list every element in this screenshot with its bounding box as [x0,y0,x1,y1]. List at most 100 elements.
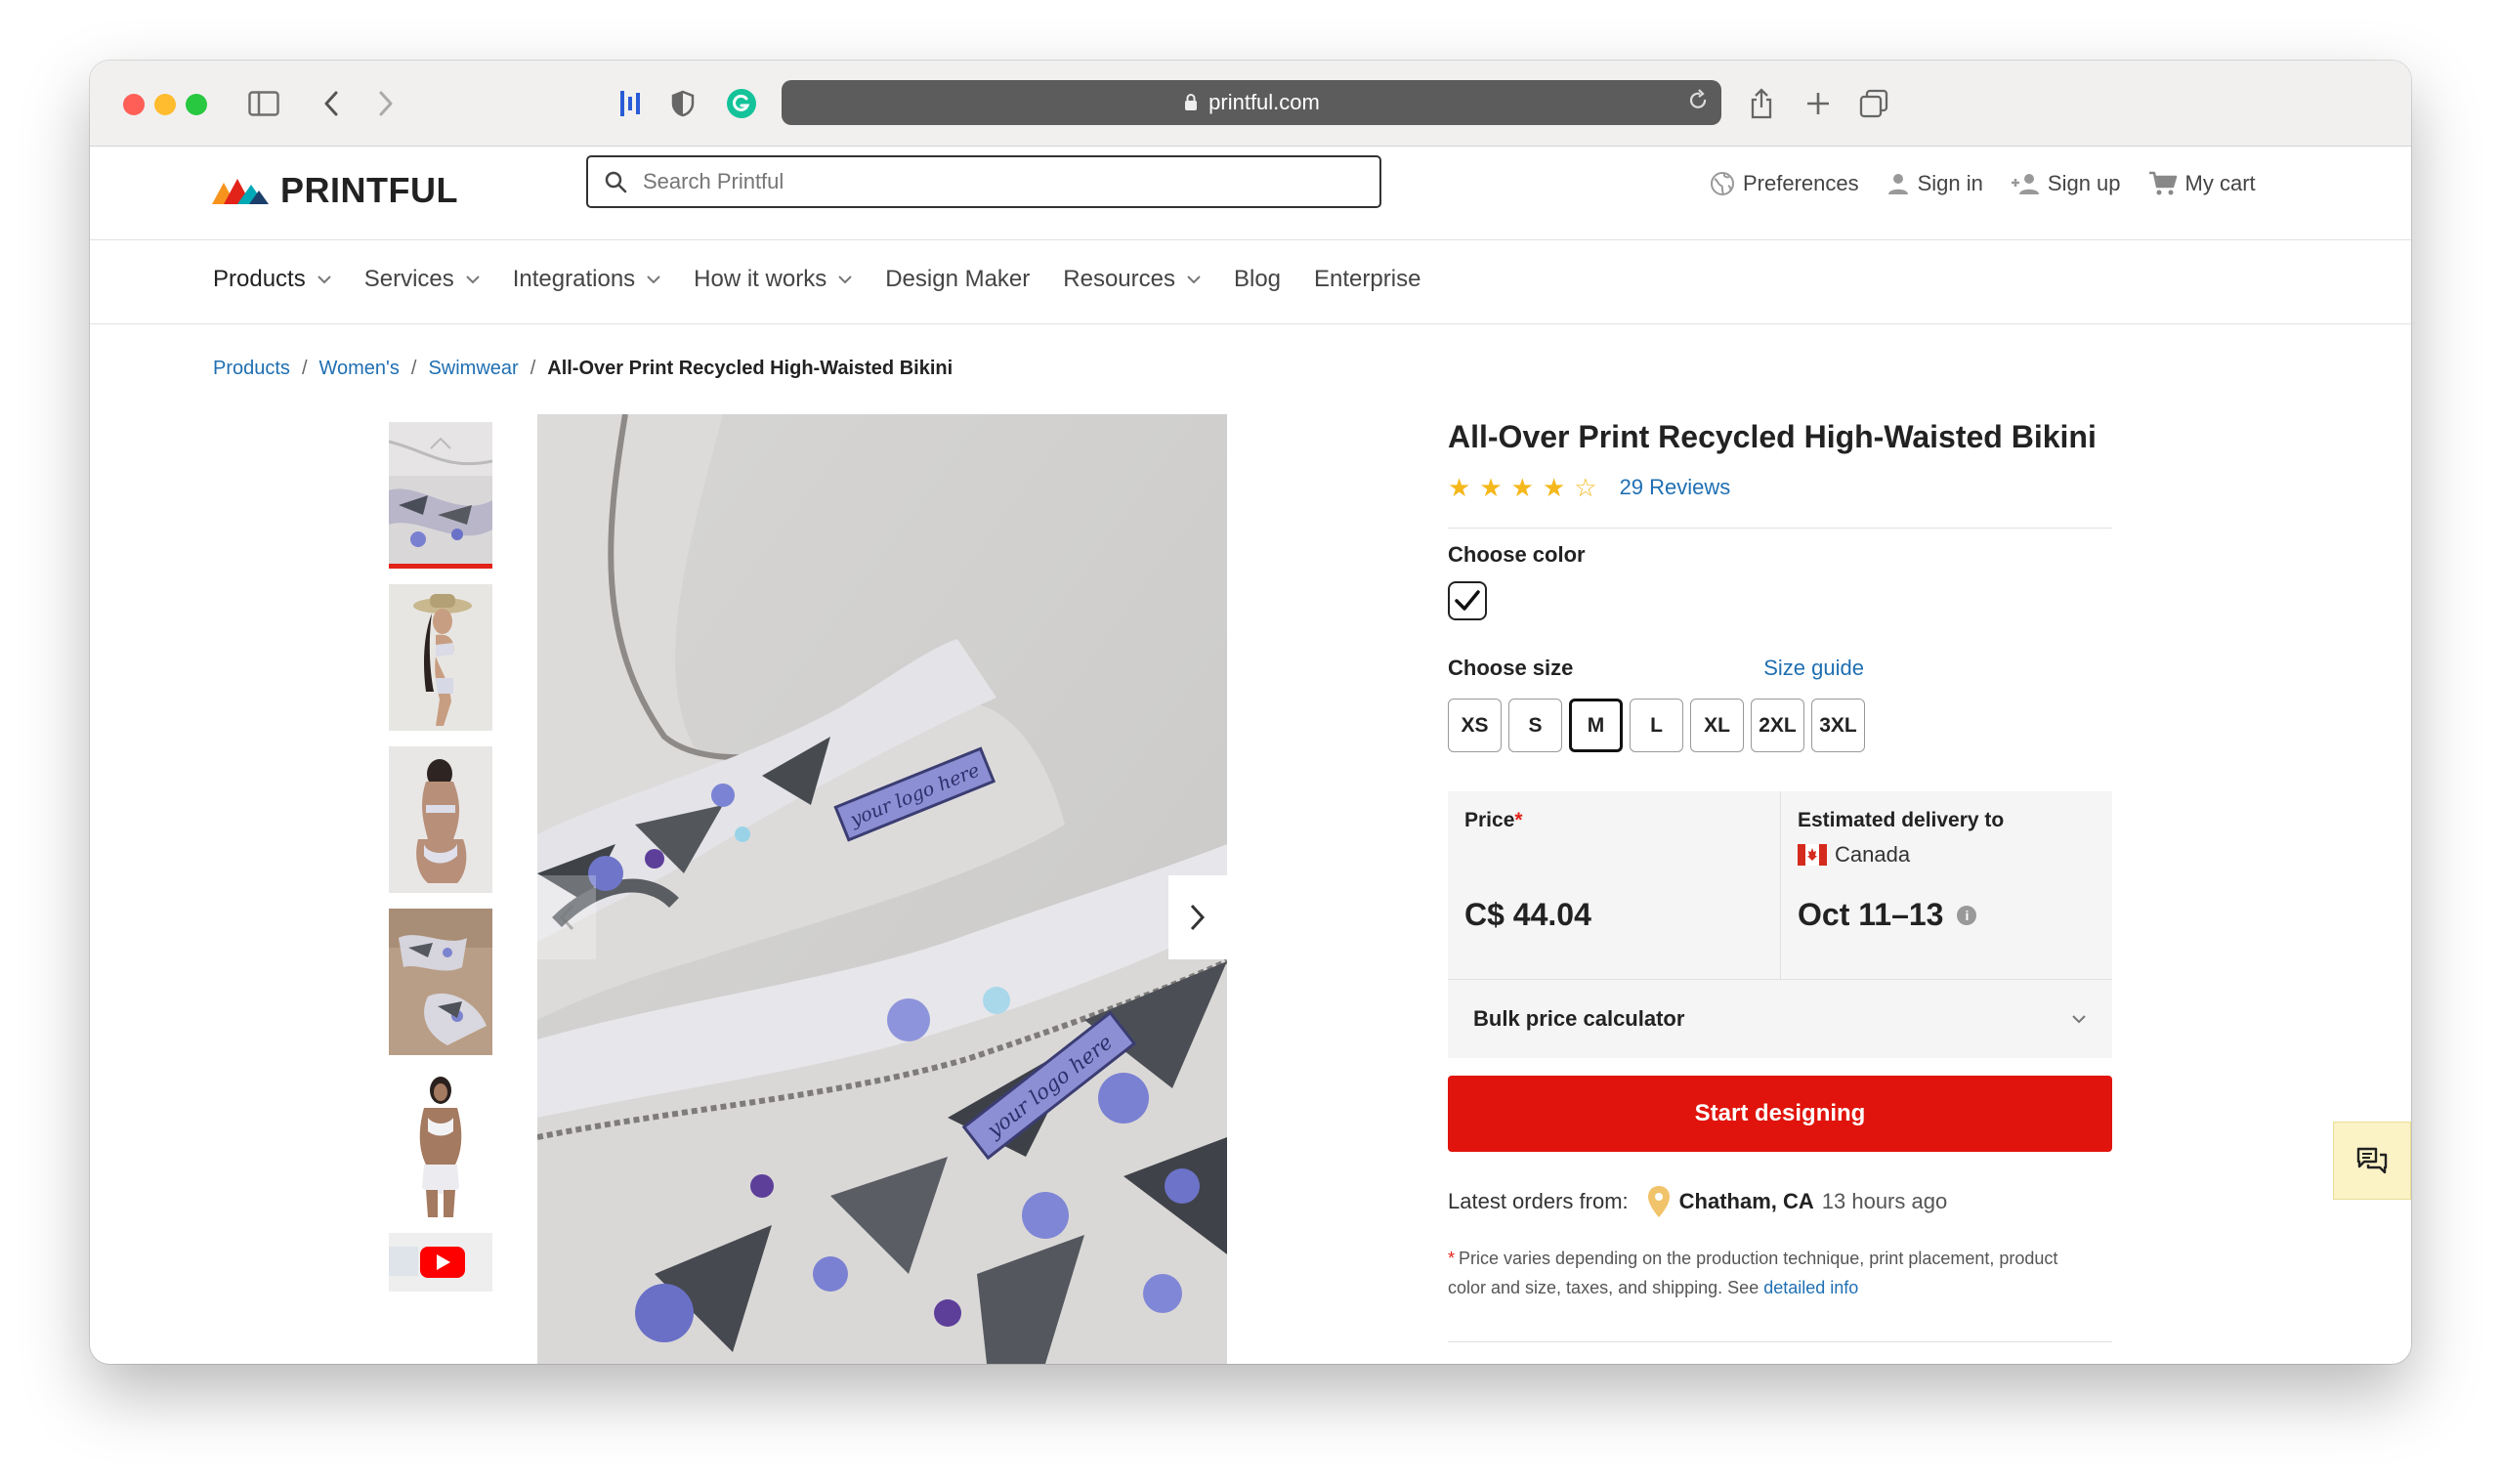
address-bar[interactable]: printful.com [782,80,1721,125]
breadcrumb-separator: / [530,358,536,379]
canada-flag-icon [1798,844,1827,866]
nav-products[interactable]: Products [213,266,331,293]
reviews-link[interactable]: 29 Reviews [1620,475,1731,500]
tabs-overview-icon[interactable] [1856,84,1891,123]
logo-text: PRINTFUL [280,170,458,210]
breadcrumb: Products / Women's / Swimwear / All-Over… [213,358,953,380]
breadcrumb-current: All-Over Print Recycled High-Waisted Bik… [547,358,954,379]
color-swatch-selected[interactable] [1448,581,1487,620]
divider [1448,528,2112,529]
nav-enterprise-label: Enterprise [1314,266,1421,292]
browser-window: printful.com PRINTFUL Search Printful Pr… [90,61,2411,1364]
star-filled-icon: ★ [1479,472,1503,502]
size-option-m[interactable]: M [1569,699,1623,752]
delivery-section: Estimated delivery to Canada Oct 11–13 i [1780,791,2112,979]
bikini-fabric-photo: your logo here your logo here [537,414,1227,1364]
choose-size-label: Choose size [1448,656,1574,680]
thumbnail-model-hat[interactable] [389,584,492,731]
reload-icon[interactable] [1686,88,1710,113]
header-links: Preferences Sign in Sign up My cart [1710,168,2283,199]
latest-orders: Latest orders from: Chatham, CA 13 hours… [1448,1185,2112,1218]
breadcrumb-products[interactable]: Products [213,358,290,380]
nav-design-maker[interactable]: Design Maker [885,266,1030,293]
next-image-button[interactable] [1168,875,1227,959]
breadcrumb-womens[interactable]: Women's [319,358,400,380]
new-tab-plus-icon[interactable] [1802,84,1835,123]
nav-blog[interactable]: Blog [1234,266,1281,293]
zoom-window-button[interactable] [186,94,207,115]
thumbnail-video[interactable] [389,1233,492,1292]
info-icon[interactable]: i [1957,905,1977,925]
search-input[interactable] [643,169,1327,194]
chevron-down-icon [2072,1015,2086,1024]
size-option-l[interactable]: L [1630,699,1683,752]
chevron-down-icon [318,275,331,283]
sign-up-link[interactable]: Sign up [2011,171,2121,196]
price-box: Price* C$ 44.04 Estimated delivery to Ca… [1448,791,2112,1058]
nav-blog-label: Blog [1233,266,1282,292]
chat-button[interactable] [2333,1122,2411,1200]
detailed-info-link[interactable]: detailed info [1763,1278,1858,1297]
previous-image-button[interactable] [537,875,596,959]
preferences-label: Preferences [1743,171,1859,195]
nav-products-label: Products [213,266,306,292]
star-filled-icon: ★ [1448,472,1471,502]
grammarly-icon[interactable] [725,84,758,123]
thumbnail-model-back[interactable] [389,746,492,893]
price-label: Price [1464,809,1515,831]
sign-in-label: Sign in [1917,171,1983,195]
cart-icon [2148,171,2177,195]
my-cart-link[interactable]: My cart [2148,171,2256,196]
price-note-text: Price varies depending on the production… [1448,1249,2058,1297]
share-icon[interactable] [1745,84,1778,123]
nav-integrations[interactable]: Integrations [513,266,660,293]
thumbnail-model-front[interactable] [389,1071,492,1217]
search-box[interactable] [586,155,1381,208]
latest-orders-label: Latest orders from: [1448,1189,1629,1213]
divider [1448,1341,2112,1342]
size-option-3xl[interactable]: 3XL [1811,699,1865,752]
size-options: XS S M L XL 2XL 3XL [1448,699,2112,752]
chevron-down-icon [647,275,660,283]
star-filled-icon: ★ [1542,472,1566,502]
nav-services-label: Services [363,266,454,292]
breadcrumb-swimwear[interactable]: Swimwear [428,358,518,380]
rating-row: ★ ★ ★ ★ ☆ 29 Reviews [1448,473,2112,502]
size-option-s[interactable]: S [1508,699,1562,752]
latest-order-location: Chatham, CA [1678,1189,1814,1213]
preferences-link[interactable]: Preferences [1710,171,1859,196]
breadcrumb-separator: / [410,358,417,379]
thumbnail-flatlay[interactable] [389,909,492,1055]
close-window-button[interactable] [123,94,145,115]
main-product-image[interactable]: your logo here your logo here [537,414,1227,1364]
nav-resources[interactable]: Resources [1063,266,1201,293]
choose-color-label: Choose color [1448,542,1586,567]
delivery-label: Estimated delivery to [1798,809,2005,831]
sidebar-toggle-icon[interactable] [244,84,283,123]
sign-in-link[interactable]: Sign in [1886,171,1983,196]
start-designing-button[interactable]: Start designing [1448,1076,2112,1152]
nav-services[interactable]: Services [364,266,480,293]
size-option-xs[interactable]: XS [1448,699,1502,752]
back-arrow-icon[interactable] [317,84,346,123]
location-pin-icon [1647,1186,1670,1217]
delivery-dates: Oct 11–13 [1798,897,1944,932]
extension-bars-icon[interactable] [615,84,645,123]
shield-icon[interactable] [668,84,698,123]
star-empty-icon: ☆ [1574,472,1597,502]
bulk-price-calculator-toggle[interactable]: Bulk price calculator [1448,980,2112,1058]
nav-how-it-works[interactable]: How it works [694,266,852,293]
logo-mountains-icon [212,179,269,204]
printful-logo[interactable]: PRINTFUL [212,166,458,215]
minimize-window-button[interactable] [154,94,176,115]
thumbnail-list [389,422,492,1307]
price-value: C$ 44.04 [1464,897,1591,932]
nav-enterprise[interactable]: Enterprise [1314,266,1420,293]
thumbnails-scroll-up-button[interactable] [389,424,492,463]
size-option-2xl[interactable]: 2XL [1751,699,1804,752]
size-option-xl[interactable]: XL [1690,699,1744,752]
forward-arrow-icon[interactable] [371,84,401,123]
checkmark-icon [1455,590,1480,611]
add-user-icon [2011,174,2039,194]
size-guide-link[interactable]: Size guide [1763,656,1864,681]
